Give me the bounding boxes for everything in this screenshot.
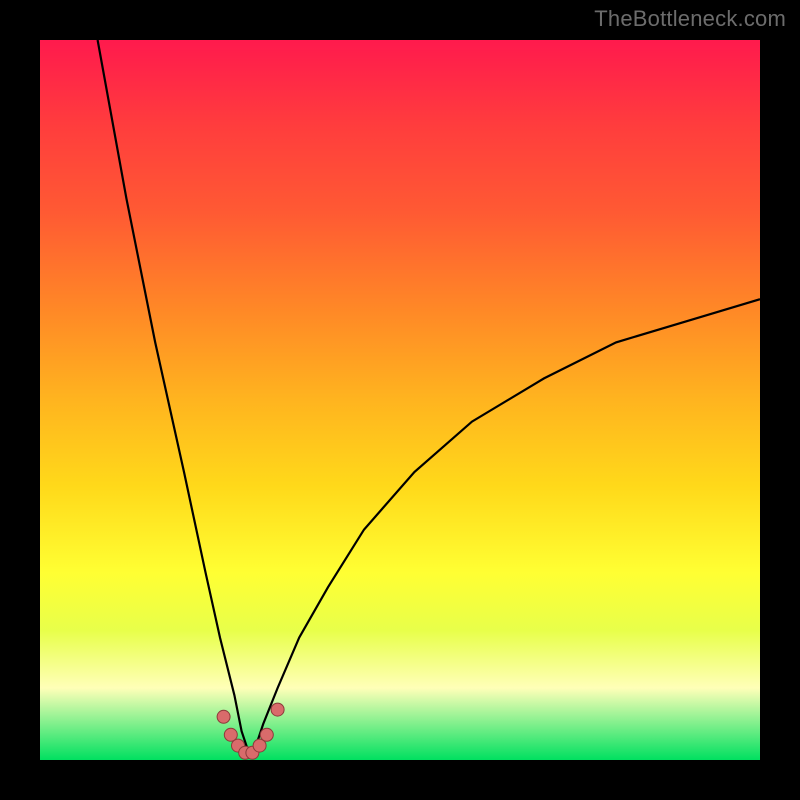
curve-dot bbox=[260, 728, 273, 741]
curve-dot bbox=[217, 710, 230, 723]
watermark-text: TheBottleneck.com bbox=[594, 6, 786, 32]
chart-frame: TheBottleneck.com bbox=[0, 0, 800, 800]
plot-area bbox=[40, 40, 760, 760]
chart-svg bbox=[40, 40, 760, 760]
curve-dot bbox=[271, 703, 284, 716]
dots-group bbox=[217, 703, 284, 759]
curve-group bbox=[98, 40, 760, 753]
bottleneck-curve bbox=[98, 40, 760, 753]
